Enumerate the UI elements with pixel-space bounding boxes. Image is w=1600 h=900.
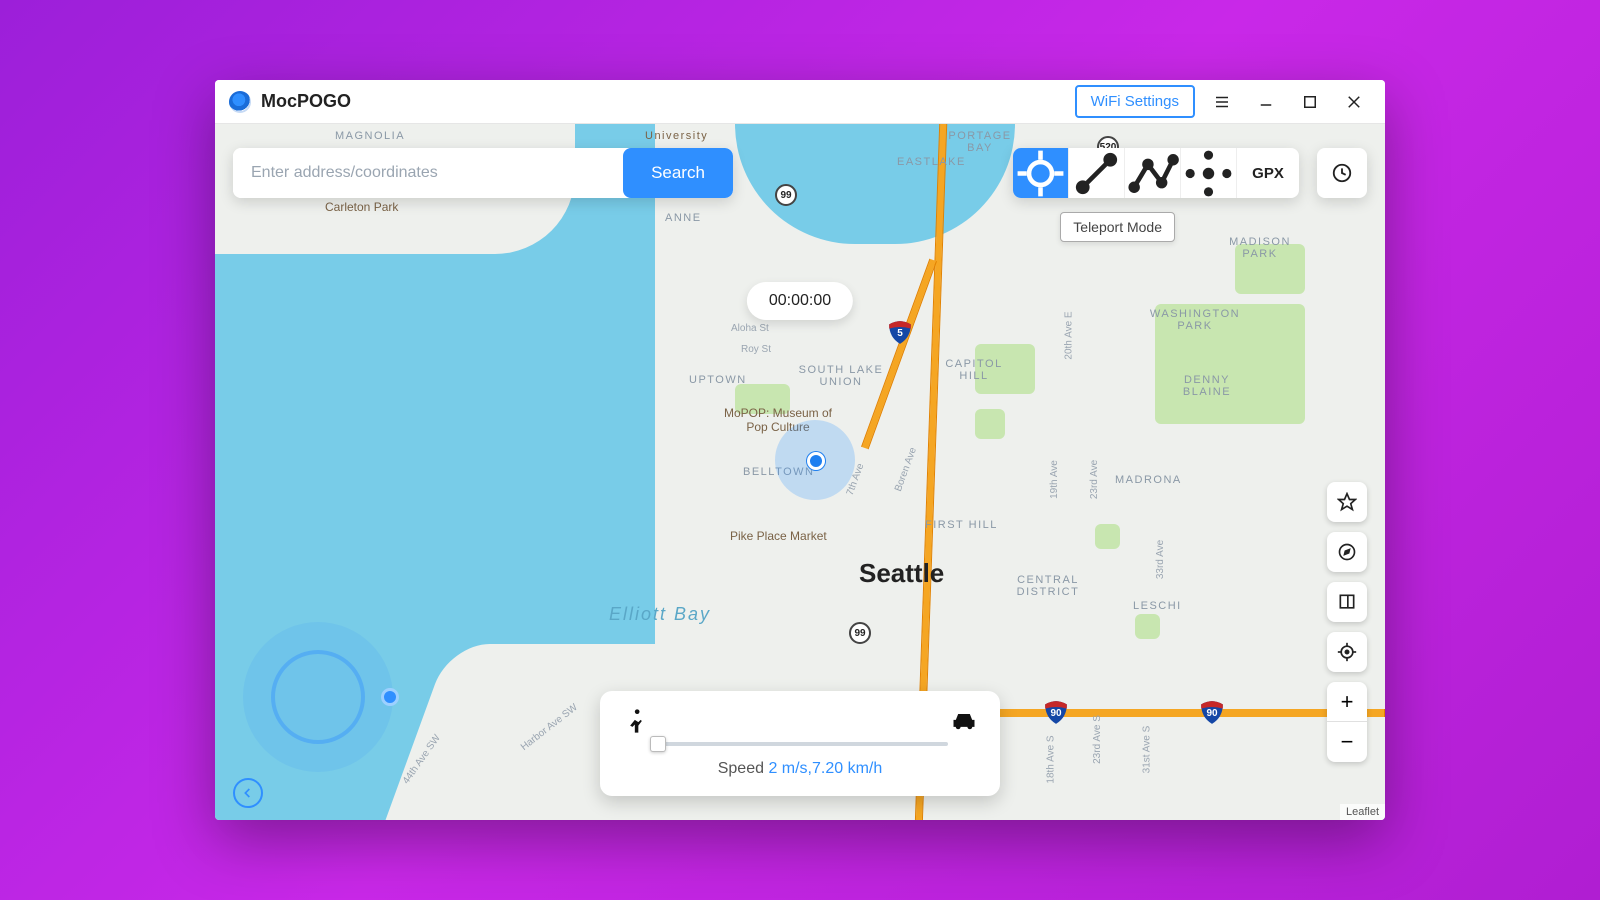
app-logo-icon [229, 91, 251, 113]
map-district-label: EASTLAKE [897, 156, 966, 168]
mode-toolbar: GPX [1013, 148, 1299, 198]
route-shield-99: 99 [849, 622, 871, 644]
map-district-label: ANNE [665, 212, 702, 224]
map-street-label: 18th Ave S [1046, 735, 1057, 783]
compass-button[interactable] [1327, 532, 1367, 572]
map-district-label: UPTOWN [689, 374, 747, 386]
app-window: MocPOGO WiFi Settings [215, 80, 1385, 820]
map-tools: + − [1327, 482, 1367, 762]
map-district-label: PORTAGE BAY [935, 130, 1025, 154]
map-street-label: 20th Ave E [1064, 311, 1075, 359]
speed-slider[interactable] [652, 742, 948, 746]
map-district-label: MADISON PARK [1215, 236, 1305, 260]
mode-tooltip: Teleport Mode [1060, 212, 1175, 242]
zoom-controls: + − [1327, 682, 1367, 762]
map-district-label: LESCHI [1133, 600, 1182, 612]
teleport-mode-button[interactable] [1013, 148, 1069, 198]
zoom-in-button[interactable]: + [1327, 682, 1367, 722]
interstate-shield-5: 5 [887, 320, 913, 346]
car-icon [950, 707, 978, 740]
timer-display: 00:00:00 [747, 282, 853, 320]
map-street-label: 31st Ave S [1141, 726, 1152, 774]
map-district-label: MAGNOLIA [335, 130, 405, 142]
walk-icon [622, 707, 650, 740]
map-poi-label: University [645, 130, 708, 142]
wifi-settings-button[interactable]: WiFi Settings [1075, 85, 1195, 118]
interstate-shield-90: 90 [1199, 700, 1225, 726]
close-icon[interactable] [1337, 85, 1371, 119]
map-district-label: CAPITOL HILL [929, 358, 1019, 382]
search-bar: Search [233, 148, 733, 198]
map-district-label: CENTRAL DISTRICT [1003, 574, 1093, 598]
map-city-label: Seattle [859, 558, 944, 589]
two-spot-mode-button[interactable] [1069, 148, 1125, 198]
joystick-handle[interactable] [381, 688, 399, 706]
map-district-label: MADRONA [1115, 474, 1182, 486]
virtual-joystick[interactable] [243, 622, 393, 772]
menu-icon[interactable] [1205, 85, 1239, 119]
map-street-label: Roy St [741, 344, 771, 355]
search-input[interactable] [233, 148, 623, 198]
joystick-mode-button[interactable] [1181, 148, 1237, 198]
interstate-shield-90: 90 [1043, 700, 1069, 726]
titlebar: MocPOGO WiFi Settings [215, 80, 1385, 124]
multi-spot-mode-button[interactable] [1125, 148, 1181, 198]
gpx-mode-button[interactable]: GPX [1237, 148, 1299, 198]
map-street-label: 19th Ave [1049, 460, 1060, 499]
location-marker[interactable] [807, 452, 825, 470]
route-shield-99: 99 [775, 184, 797, 206]
speed-panel: Speed 2 m/s,7.20 km/h [600, 691, 1000, 796]
map-poi-label: Pike Place Market [730, 529, 827, 543]
map-water-label: Elliott Bay [609, 604, 711, 625]
map-canvas[interactable]: MAGNOLIA University ANNE Carleton Park U… [215, 124, 1385, 820]
map-district-label: DENNY BLAINE [1167, 374, 1247, 398]
map-attribution: Leaflet [1340, 804, 1385, 820]
back-button[interactable] [233, 778, 263, 808]
speed-readout: Speed 2 m/s,7.20 km/h [622, 760, 978, 778]
map-street-label: Aloha St [731, 323, 769, 334]
speed-slider-thumb[interactable] [650, 736, 666, 752]
map-district-label: WASHINGTON PARK [1135, 308, 1255, 332]
map-layers-button[interactable] [1327, 582, 1367, 622]
app-name: MocPOGO [261, 91, 351, 112]
map-district-label: FIRST HILL [925, 519, 998, 531]
map-street-label: 23rd Ave [1089, 460, 1100, 499]
history-button[interactable] [1317, 148, 1367, 198]
map-district-label: SOUTH LAKE UNION [791, 364, 891, 388]
zoom-out-button[interactable]: − [1327, 722, 1367, 762]
search-button[interactable]: Search [623, 148, 733, 198]
map-park-label: Carleton Park [325, 200, 398, 214]
locate-me-button[interactable] [1327, 632, 1367, 672]
map-street-label: 23rd Ave S [1092, 715, 1103, 764]
map-street-label: 33rd Ave [1155, 540, 1166, 579]
maximize-icon[interactable] [1293, 85, 1327, 119]
minimize-icon[interactable] [1249, 85, 1283, 119]
favorites-button[interactable] [1327, 482, 1367, 522]
